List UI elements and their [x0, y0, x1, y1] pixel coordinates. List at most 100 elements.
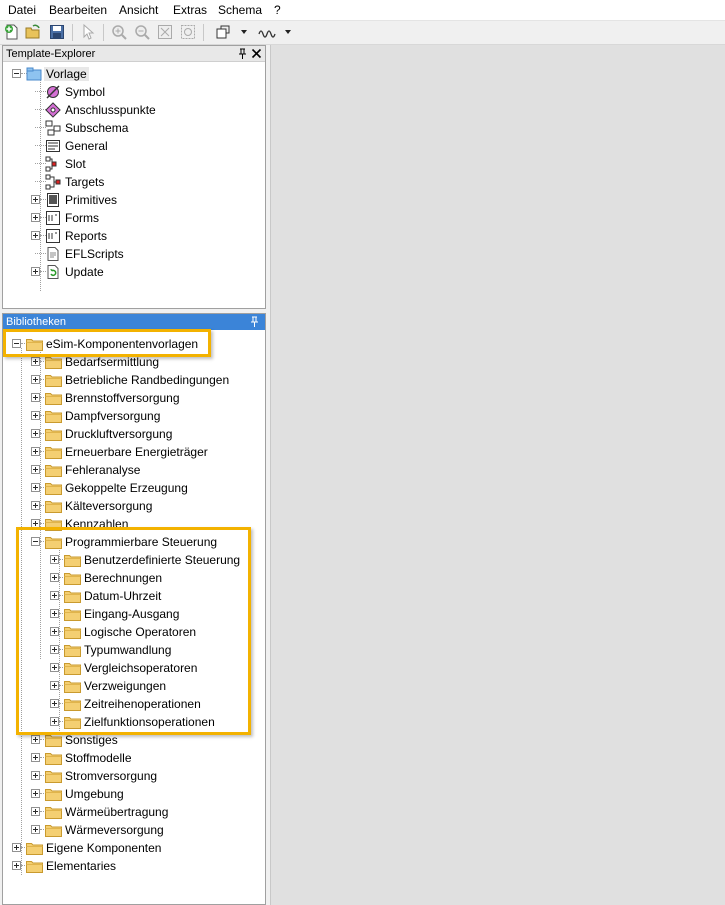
connect-icon[interactable]: [215, 24, 231, 40]
tree-item-brennstoffversorgung[interactable]: Brennstoffversorgung: [2, 389, 262, 407]
save-icon[interactable]: [49, 24, 65, 40]
tree-item-label: Stoffmodelle: [65, 751, 132, 765]
tree-item-subschema[interactable]: Subschema: [2, 119, 262, 137]
expand-icon[interactable]: [31, 429, 40, 438]
close-icon[interactable]: [250, 47, 263, 60]
tree-item-druckluftversorgung[interactable]: Druckluftversorgung: [2, 425, 262, 443]
tree-item-warmeversorgung[interactable]: Wärmeversorgung: [2, 821, 262, 839]
expand-icon[interactable]: [31, 807, 40, 816]
tree-item-warmeubertragung[interactable]: Wärmeübertragung: [2, 803, 262, 821]
pointer-icon[interactable]: [80, 24, 96, 40]
pin-icon[interactable]: [236, 47, 249, 60]
tree-item-kalteversorgung[interactable]: Kälteversorgung: [2, 497, 262, 515]
folder-icon: [45, 447, 62, 459]
expand-icon[interactable]: [31, 771, 40, 780]
expand-icon[interactable]: [31, 447, 40, 456]
schema-canvas[interactable]: [270, 45, 725, 905]
tree-item-label: Vorlage: [44, 67, 89, 81]
expand-icon[interactable]: [31, 267, 40, 276]
expand-icon[interactable]: [31, 501, 40, 510]
tree-item-anschlusspunkte[interactable]: Anschlusspunkte: [2, 101, 262, 119]
tree-item-vorlage[interactable]: Vorlage: [2, 65, 262, 83]
folder-icon: [45, 753, 62, 765]
toolbar-separator: [103, 24, 104, 41]
menu-ansicht[interactable]: Ansicht: [119, 3, 158, 17]
expand-icon[interactable]: [31, 231, 40, 240]
tree-item-label: Erneuerbare Energieträger: [65, 445, 208, 459]
tree-item-label: Update: [65, 265, 104, 279]
tree-item-label: Reports: [65, 229, 108, 243]
tree-item-label: Targets: [65, 175, 105, 189]
menu-help[interactable]: ?: [274, 3, 281, 17]
tree-item-targets[interactable]: Targets: [2, 173, 262, 191]
tree-item-gekoppelte-erzeugung[interactable]: Gekoppelte Erzeugung: [2, 479, 262, 497]
folder-icon: [45, 825, 62, 837]
zoom-area-icon[interactable]: [180, 24, 196, 40]
folder-icon: [45, 807, 62, 819]
menu-schema[interactable]: Schema: [218, 3, 262, 17]
tree-item-label: Fehleranalyse: [65, 463, 141, 477]
highlight-root: [3, 329, 211, 357]
tree-item-betriebliche-randbedingungen[interactable]: Betriebliche Randbedingungen: [2, 371, 262, 389]
chevron-down-icon[interactable]: [285, 30, 291, 34]
primitives-icon: [47, 193, 59, 207]
forms-icon: [46, 211, 60, 225]
zoom-in-icon[interactable]: [111, 24, 127, 40]
expand-icon[interactable]: [12, 861, 21, 870]
expand-icon[interactable]: [31, 393, 40, 402]
tree-item-slot[interactable]: Slot: [2, 155, 262, 173]
expand-icon[interactable]: [31, 357, 40, 366]
expand-icon[interactable]: [31, 411, 40, 420]
tree-item-label: EFLScripts: [65, 247, 124, 261]
zoom-out-icon[interactable]: [134, 24, 150, 40]
tree-item-forms[interactable]: Forms: [2, 209, 262, 227]
tree-item-eigene-komponenten[interactable]: Eigene Komponenten: [2, 839, 262, 857]
tree-item-symbol[interactable]: Symbol: [2, 83, 262, 101]
tree-item-erneuerbare-energietrager[interactable]: Erneuerbare Energieträger: [2, 443, 262, 461]
template-explorer-header: Template-Explorer: [3, 46, 265, 62]
tree-item-label: Elementaries: [46, 859, 117, 873]
folder-icon: [26, 861, 43, 873]
expand-icon[interactable]: [31, 789, 40, 798]
folder-icon: [45, 735, 62, 747]
pin-icon[interactable]: [248, 315, 261, 328]
tree-item-elementaries[interactable]: Elementaries: [2, 857, 262, 875]
menu-extras[interactable]: Extras: [173, 3, 207, 17]
expand-icon[interactable]: [31, 375, 40, 384]
tree-item-label: Forms: [65, 211, 99, 225]
expand-icon[interactable]: [31, 825, 40, 834]
tree-item-stoffmodelle[interactable]: Stoffmodelle: [2, 749, 262, 767]
wave-icon[interactable]: [258, 24, 276, 40]
tree-item-label: General: [65, 139, 108, 153]
tree-item-general[interactable]: General: [2, 137, 262, 155]
expand-icon[interactable]: [31, 465, 40, 474]
symbol-icon: [46, 85, 60, 99]
expand-icon[interactable]: [12, 843, 21, 852]
expand-icon[interactable]: [31, 735, 40, 744]
collapse-icon[interactable]: [12, 69, 21, 78]
menu-datei[interactable]: Datei: [8, 3, 36, 17]
tree-item-dampfversorgung[interactable]: Dampfversorgung: [2, 407, 262, 425]
zoom-fit-icon[interactable]: [157, 24, 173, 40]
expand-icon[interactable]: [31, 213, 40, 222]
folder-icon: [45, 411, 62, 423]
menu-bar: Datei Bearbeiten Ansicht Extras Schema ?: [0, 0, 725, 21]
tree-item-update[interactable]: Update: [2, 263, 262, 281]
tree-item-label: Sonstiges: [65, 733, 118, 747]
expand-icon[interactable]: [31, 753, 40, 762]
tree-item-fehleranalyse[interactable]: Fehleranalyse: [2, 461, 262, 479]
tree-item-eflscripts[interactable]: EFLScripts: [2, 245, 262, 263]
tree-item-label: Kälteversorgung: [65, 499, 153, 513]
tree-item-label: Bedarfsermittlung: [65, 355, 160, 369]
tree-item-reports[interactable]: Reports: [2, 227, 262, 245]
chevron-down-icon[interactable]: [241, 30, 247, 34]
menu-bearbeiten[interactable]: Bearbeiten: [49, 3, 107, 17]
tree-item-umgebung[interactable]: Umgebung: [2, 785, 262, 803]
tree-item-stromversorgung[interactable]: Stromversorgung: [2, 767, 262, 785]
open-folder-icon[interactable]: [25, 24, 41, 40]
tree-item-primitives[interactable]: Primitives: [2, 191, 262, 209]
expand-icon[interactable]: [31, 195, 40, 204]
expand-icon[interactable]: [31, 483, 40, 492]
tree-item-label: Betriebliche Randbedingungen: [65, 373, 230, 387]
new-file-icon[interactable]: [4, 24, 20, 40]
